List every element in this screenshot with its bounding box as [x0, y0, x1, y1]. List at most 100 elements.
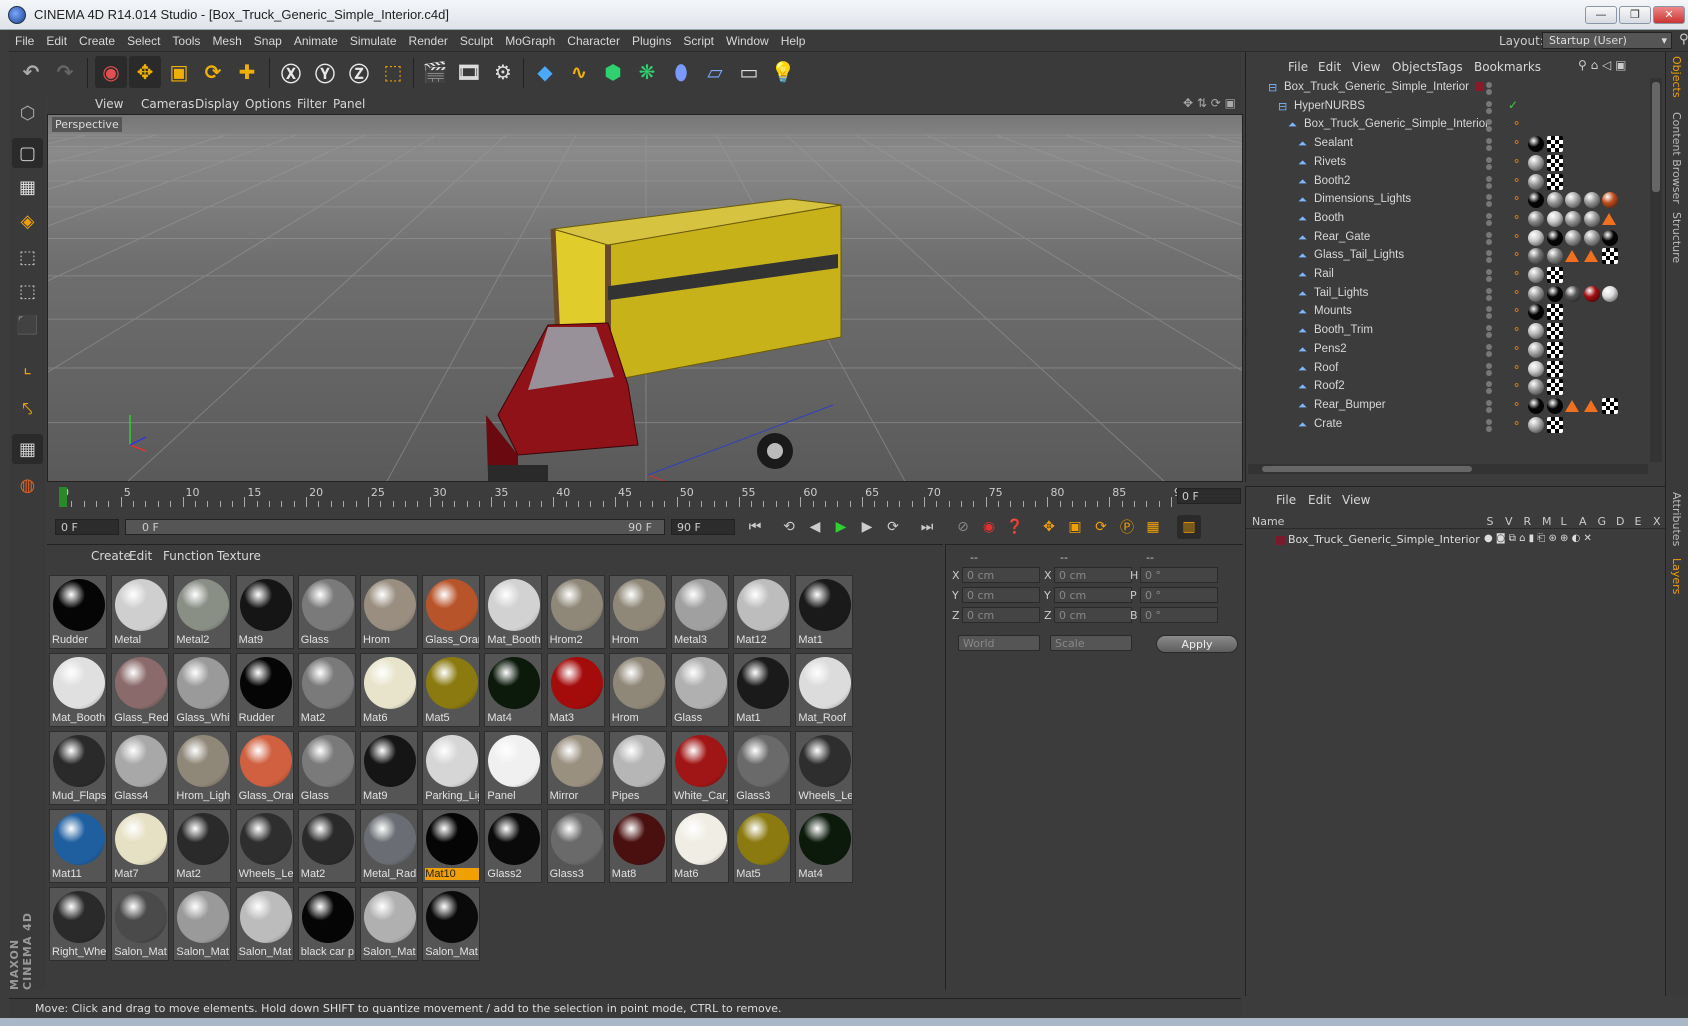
material-swatch[interactable]: Glass_White [173, 653, 232, 727]
phong-tag-icon[interactable]: ⚬ [1512, 267, 1521, 280]
material-swatch[interactable]: Glass2 [484, 809, 543, 883]
menu-snap[interactable]: Snap [248, 30, 288, 48]
apply-button[interactable]: Apply [1156, 635, 1238, 653]
material-name[interactable]: Metal3 [674, 634, 728, 646]
object-row[interactable]: ⏶ Rivets ⚬ [1246, 153, 1650, 173]
menu-select[interactable]: Select [121, 30, 166, 48]
phong-tag-icon[interactable]: ⚬ [1512, 155, 1521, 168]
material-tag[interactable] [1528, 154, 1544, 171]
material-tag[interactable] [1528, 192, 1544, 209]
material-swatch[interactable]: Hrom2 [546, 575, 605, 649]
material-tag[interactable] [1602, 212, 1616, 225]
goto-start-icon[interactable]: ⏮ [743, 515, 767, 539]
material-name[interactable]: Mat_Booth [52, 712, 106, 724]
material-tag[interactable] [1528, 285, 1544, 302]
material-name[interactable]: Mat1 [798, 634, 852, 646]
object-row[interactable]: ⏶ Box_Truck_Generic_Simple_Interior ⚬ [1246, 115, 1650, 135]
editor-visibility-dot[interactable] [1486, 212, 1492, 219]
current-frame-field[interactable]: 0 F [1177, 488, 1241, 504]
object-menu-tags[interactable]: Tags [1436, 60, 1463, 74]
material-name[interactable]: Glass_Orang [239, 790, 293, 802]
material-swatch[interactable]: Mat3 [546, 653, 605, 727]
material-swatch[interactable]: Mat1 [795, 575, 854, 649]
editor-visibility-dot[interactable] [1486, 306, 1492, 313]
editor-visibility-dot[interactable] [1486, 343, 1492, 350]
material-swatch[interactable]: Mat7 [111, 809, 170, 883]
coordinate-system-icon[interactable]: ⬚ [377, 56, 409, 88]
editor-visibility-dot[interactable] [1486, 399, 1492, 406]
menu-file[interactable]: File [9, 30, 40, 48]
object-row[interactable]: ⏶ Sealant ⚬ [1246, 134, 1650, 154]
next-frame-icon[interactable]: ▶ [855, 515, 879, 539]
material-swatch[interactable]: Mat9 [360, 731, 418, 805]
material-tag[interactable] [1565, 210, 1581, 227]
object-menu-file[interactable]: File [1288, 60, 1308, 74]
render-visibility-dot[interactable] [1486, 145, 1492, 152]
material-menu-edit[interactable]: Edit [129, 549, 152, 563]
material-tag[interactable] [1583, 399, 1598, 412]
material-tag[interactable] [1546, 248, 1563, 265]
light-icon[interactable]: 💡 [767, 56, 799, 88]
material-name[interactable]: Glass_Red [114, 712, 168, 724]
render-visibility-dot[interactable] [1486, 406, 1492, 413]
render-visibility-dot[interactable] [1486, 294, 1492, 301]
coord-mode-dropdown[interactable]: World [958, 635, 1040, 651]
render-visibility-dot[interactable] [1486, 257, 1492, 264]
material-tag[interactable] [1546, 379, 1563, 396]
material-swatch[interactable]: Mat5 [733, 809, 792, 883]
editor-visibility-dot[interactable] [1486, 231, 1492, 238]
layer-column-header[interactable]: R [1524, 515, 1532, 528]
viewport-nav-icon[interactable]: ✥ ⇅ ⟳ ▣ [1183, 96, 1236, 110]
render-visibility-dot[interactable] [1486, 350, 1492, 357]
material-swatch[interactable]: Right_Whe [49, 887, 107, 961]
menu-tools[interactable]: Tools [166, 30, 206, 48]
spline-icon[interactable]: ∿ [563, 56, 595, 88]
editor-visibility-dot[interactable] [1486, 175, 1492, 182]
editor-visibility-dot[interactable] [1486, 156, 1492, 163]
material-name[interactable]: Mud_Flaps [52, 790, 106, 802]
render-visibility-dot[interactable] [1486, 276, 1492, 282]
tweak-icon[interactable]: ⤣ [12, 394, 43, 424]
object-row[interactable]: ⏶ Rear_Gate ⚬ [1246, 228, 1650, 248]
material-name[interactable]: Glass [301, 790, 355, 802]
perspective-viewport[interactable]: Perspective [47, 114, 1243, 482]
prev-key-icon[interactable]: ⟲ [777, 515, 801, 539]
material-tag[interactable] [1528, 323, 1544, 340]
material-name[interactable]: Mat4 [798, 868, 852, 880]
y-axis-icon[interactable]: Ⓨ [309, 56, 341, 88]
material-swatch[interactable]: Glass3 [733, 731, 792, 805]
menu-animate[interactable]: Animate [288, 30, 344, 48]
layer-column-header[interactable]: G [1598, 515, 1607, 528]
coord-size-dropdown[interactable]: Scale [1050, 635, 1132, 651]
material-tag[interactable] [1583, 192, 1600, 209]
material-name[interactable]: Metal2 [176, 634, 230, 646]
editor-visibility-dot[interactable] [1486, 287, 1492, 294]
layer-color-swatch[interactable] [1276, 536, 1285, 545]
material-tag[interactable] [1546, 323, 1563, 340]
material-swatch[interactable]: Mat2 [173, 809, 232, 883]
make-editable-icon[interactable]: ⬡ [12, 98, 43, 128]
autokey-icon[interactable]: ◉ [977, 515, 1001, 539]
material-swatch[interactable]: Wheels_Lef [235, 809, 294, 883]
playhead[interactable] [59, 487, 67, 507]
floor-icon[interactable]: ▱ [699, 56, 731, 88]
material-name[interactable]: Mat11 [52, 868, 106, 880]
material-tag[interactable] [1546, 192, 1563, 209]
material-name[interactable]: Glass4 [114, 790, 168, 802]
axis-mode-icon[interactable]: ⌞ [12, 352, 43, 382]
coord-value-field[interactable]: 0 cm [962, 607, 1040, 623]
object-row[interactable]: ⏶ Tail_Lights ⚬ [1246, 284, 1650, 304]
editor-visibility-dot[interactable] [1486, 82, 1492, 88]
tab-content-browser[interactable]: Content Browser [1670, 112, 1683, 204]
recent-tool-icon[interactable]: ✚ [231, 56, 263, 88]
object-row[interactable]: ⏶ Roof2 ⚬ [1246, 377, 1650, 397]
key-pla-icon[interactable]: ▦ [1141, 515, 1165, 539]
editor-visibility-dot[interactable] [1486, 138, 1492, 145]
material-tag[interactable] [1546, 360, 1563, 377]
menu-simulate[interactable]: Simulate [344, 30, 403, 48]
phong-tag-icon[interactable]: ⚬ [1512, 361, 1521, 374]
material-swatch[interactable]: Glass_Red [111, 653, 170, 727]
layer-column-header[interactable]: E [1635, 515, 1642, 528]
menu-render[interactable]: Render [403, 30, 454, 48]
tab-objects[interactable]: Objects [1670, 56, 1683, 98]
